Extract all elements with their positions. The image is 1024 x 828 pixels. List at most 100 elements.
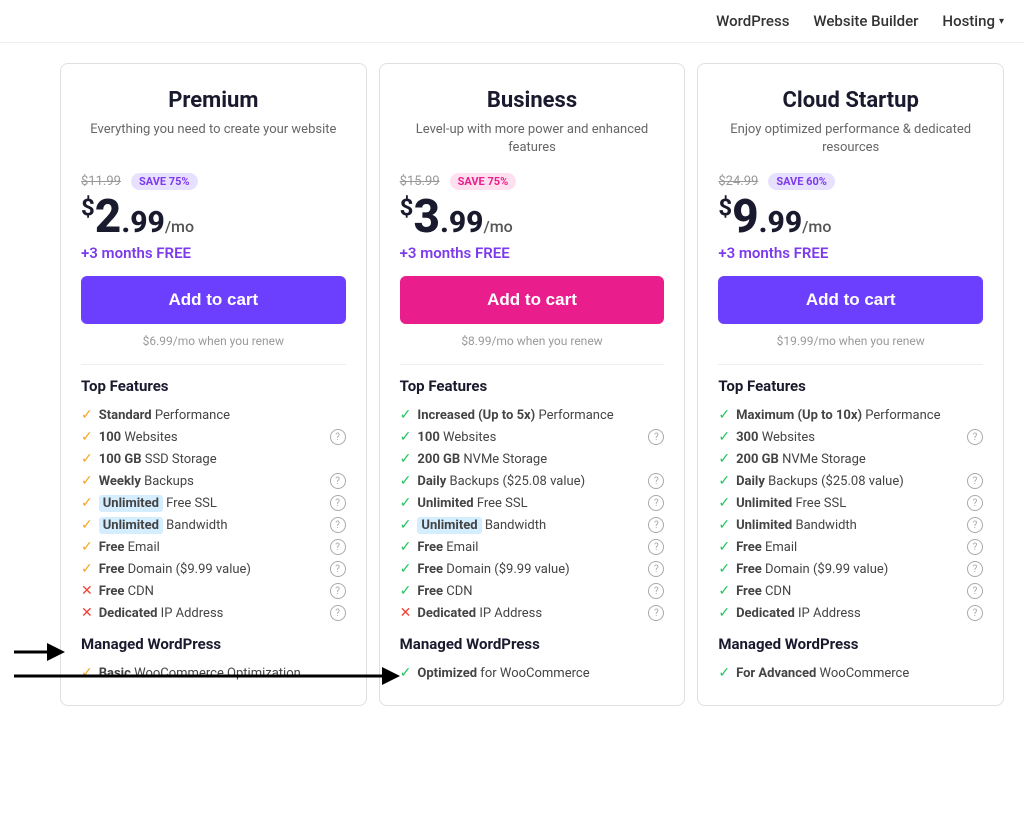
chevron-down-icon: ▾: [999, 16, 1004, 27]
check-icon: ✓: [81, 561, 93, 577]
feature-item: ✓ For Advanced WooCommerce: [718, 665, 983, 681]
original-price: $15.99: [400, 174, 440, 189]
feature-item: ✓ Standard Performance: [81, 407, 346, 423]
check-icon: ✓: [81, 539, 93, 555]
info-icon[interactable]: ?: [648, 539, 664, 555]
feature-text: Free Domain ($9.99 value): [417, 562, 569, 577]
info-icon[interactable]: ?: [967, 605, 983, 621]
feature-item: ✓ Free Domain ($9.99 value) ?: [400, 561, 665, 577]
price-currency: $: [718, 194, 732, 222]
info-icon[interactable]: ?: [967, 561, 983, 577]
info-icon[interactable]: ?: [967, 517, 983, 533]
months-free: +3 months FREE: [718, 244, 983, 262]
feature-text: Dedicated IP Address: [99, 606, 224, 621]
feature-left: ✓ Unlimited Free SSL: [400, 495, 528, 511]
feature-text: Free Email: [417, 540, 478, 555]
add-to-cart-button[interactable]: Add to cart: [400, 276, 665, 324]
feature-item: ✓ Free Domain ($9.99 value) ?: [81, 561, 346, 577]
info-icon[interactable]: ?: [330, 539, 346, 555]
feature-text: Dedicated IP Address: [736, 606, 861, 621]
managed-feature-list: ✓ For Advanced WooCommerce: [718, 665, 983, 681]
feature-left: ✓ Free Email: [718, 539, 797, 555]
check-icon: ✓: [81, 517, 93, 533]
check-icon: ✓: [400, 561, 412, 577]
feature-bold-text: Optimized: [417, 666, 477, 681]
divider: [81, 364, 346, 365]
info-icon[interactable]: ?: [330, 429, 346, 445]
info-icon[interactable]: ?: [648, 473, 664, 489]
feature-text: Free CDN: [417, 584, 472, 599]
feature-bold-text: Daily: [417, 474, 446, 489]
info-icon[interactable]: ?: [967, 539, 983, 555]
price-period: /mo: [165, 217, 194, 236]
feature-left: ✓ 300 Websites: [718, 429, 815, 445]
feature-item: ✓ Free Email ?: [400, 539, 665, 555]
info-icon[interactable]: ?: [648, 583, 664, 599]
info-icon[interactable]: ?: [330, 517, 346, 533]
check-icon: ✓: [718, 517, 730, 533]
feature-text: Daily Backups ($25.08 value): [417, 474, 585, 489]
feature-item: ✕ Dedicated IP Address ?: [400, 605, 665, 621]
x-icon: ✕: [81, 583, 93, 599]
feature-bold-text: 300: [736, 430, 758, 445]
feature-bold-text: Daily: [736, 474, 765, 489]
feature-text: Dedicated IP Address: [417, 606, 542, 621]
check-icon: ✓: [718, 495, 730, 511]
feature-bold-text: Weekly: [99, 474, 141, 489]
check-icon: ✓: [81, 407, 93, 423]
feature-left: ✓ Unlimited Bandwidth: [81, 517, 228, 533]
feature-bold-text: Free: [99, 540, 125, 555]
info-icon[interactable]: ?: [330, 561, 346, 577]
check-icon: ✓: [400, 407, 412, 423]
info-icon[interactable]: ?: [648, 517, 664, 533]
add-to-cart-button[interactable]: Add to cart: [81, 276, 346, 324]
feature-text: Daily Backups ($25.08 value): [736, 474, 904, 489]
info-icon[interactable]: ?: [967, 495, 983, 511]
info-icon[interactable]: ?: [648, 605, 664, 621]
feature-item: ✓ Unlimited Free SSL ?: [718, 495, 983, 511]
check-icon: ✓: [400, 495, 412, 511]
info-icon[interactable]: ?: [648, 429, 664, 445]
plan-desc: Enjoy optimized performance & dedicated …: [718, 121, 983, 157]
feature-item: ✓ 100 GB SSD Storage: [81, 451, 346, 467]
feature-bold-text: Unlimited: [417, 517, 481, 534]
nav-item-hosting[interactable]: Hosting ▾: [942, 12, 1004, 30]
feature-bold-text: Standard: [99, 408, 152, 423]
feature-left: ✓ Free Email: [81, 539, 160, 555]
check-icon: ✓: [400, 473, 412, 489]
info-icon[interactable]: ?: [330, 605, 346, 621]
feature-bold-text: Maximum (Up to 10x): [736, 408, 862, 423]
plan-card-cloud: Cloud Startup Enjoy optimized performanc…: [697, 63, 1004, 706]
feature-bold-text: 100: [99, 430, 121, 445]
original-price: $24.99: [718, 174, 758, 189]
info-icon[interactable]: ?: [648, 561, 664, 577]
nav-item-wordpress[interactable]: WordPress: [716, 12, 789, 30]
feature-item: ✓ 100 Websites ?: [400, 429, 665, 445]
info-icon[interactable]: ?: [330, 583, 346, 599]
info-icon[interactable]: ?: [967, 473, 983, 489]
feature-left: ✓ Free CDN: [718, 583, 791, 599]
managed-feature-list: ✓ Optimized for WooCommerce: [400, 665, 665, 681]
feature-item: ✓ Weekly Backups ?: [81, 473, 346, 489]
info-icon[interactable]: ?: [330, 473, 346, 489]
save-badge: SAVE 75%: [450, 173, 517, 190]
feature-bold-text: Free: [99, 584, 125, 599]
plan-card-premium: Premium Everything you need to create yo…: [60, 63, 367, 706]
info-icon[interactable]: ?: [967, 583, 983, 599]
info-icon[interactable]: ?: [967, 429, 983, 445]
feature-list: ✓ Increased (Up to 5x) Performance ✓ 100…: [400, 407, 665, 621]
add-to-cart-button[interactable]: Add to cart: [718, 276, 983, 324]
info-icon[interactable]: ?: [330, 495, 346, 511]
feature-left: ✓ Free Email: [400, 539, 479, 555]
info-icon[interactable]: ?: [648, 495, 664, 511]
feature-text: Unlimited Bandwidth: [417, 518, 546, 533]
feature-bold-text: Unlimited: [417, 496, 473, 511]
feature-text: Weekly Backups: [99, 474, 194, 489]
nav-item-website-builder[interactable]: Website Builder: [813, 12, 918, 30]
feature-left: ✓ Free Domain ($9.99 value): [400, 561, 570, 577]
feature-text: 200 GB NVMe Storage: [736, 452, 866, 467]
current-price: $3.99/mo: [400, 194, 665, 240]
feature-left: ✓ 100 GB SSD Storage: [81, 451, 217, 467]
feature-left: ✓ Daily Backups ($25.08 value): [400, 473, 585, 489]
price-currency: $: [400, 194, 414, 222]
